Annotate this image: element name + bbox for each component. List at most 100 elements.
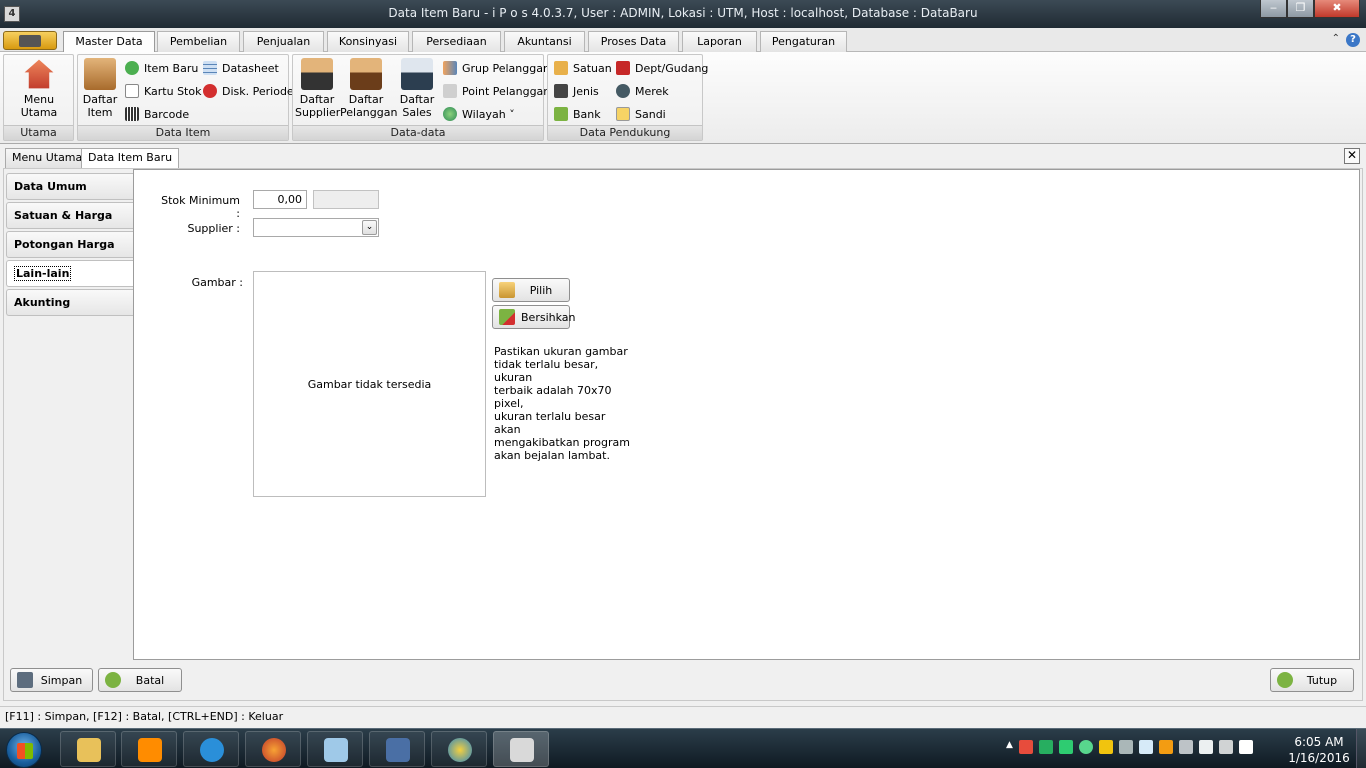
media-player-icon <box>138 738 162 762</box>
audio-app-icon[interactable] <box>1158 740 1173 754</box>
daftar-sales-button[interactable]: Daftar Sales <box>396 58 438 119</box>
doc-tab-menu-utama[interactable]: Menu Utama <box>5 148 90 168</box>
taskbar-ipos[interactable] <box>493 731 549 767</box>
barcode-button[interactable]: Barcode <box>125 105 189 123</box>
group-icon <box>443 61 457 75</box>
daftar-supplier-button[interactable]: Daftar Supplier <box>295 58 340 119</box>
usb-icon[interactable] <box>1118 740 1133 754</box>
supplier-icon <box>301 58 333 90</box>
taskbar-app[interactable] <box>369 731 425 767</box>
menu-utama-button[interactable]: Menu Utama <box>6 58 72 119</box>
daftar-item-button[interactable]: Daftar Item <box>80 58 120 119</box>
help-icon[interactable]: ? <box>1346 33 1360 47</box>
salesperson-icon <box>401 58 433 90</box>
network-icon[interactable] <box>1038 740 1053 754</box>
side-tab-lain-lain[interactable]: Lain-lain <box>6 260 134 287</box>
taskbar-media-player[interactable] <box>121 731 177 767</box>
close-button[interactable]: ✖ <box>1314 0 1360 18</box>
side-tab-satuan-harga-jual[interactable]: Satuan & Harga Jual <box>6 202 134 248</box>
folder-icon <box>77 738 101 762</box>
jenis-button[interactable]: Jenis <box>554 82 599 100</box>
taskbar-globe[interactable] <box>431 731 487 767</box>
display-icon[interactable] <box>1178 740 1193 754</box>
close-document-icon[interactable]: ✕ <box>1344 148 1360 164</box>
tab-penjualan[interactable]: Penjualan <box>243 31 324 52</box>
bersihkan-button[interactable]: Bersihkan <box>492 305 575 329</box>
group-label-data-pendukung: Data Pendukung <box>548 125 702 140</box>
stok-minimum-unit-field <box>313 190 379 209</box>
grup-pelanggan-button[interactable]: Grup Pelanggan <box>443 59 550 77</box>
document-icon <box>125 84 139 98</box>
bluetooth-icon[interactable] <box>1138 740 1153 754</box>
update-icon[interactable] <box>1078 740 1093 754</box>
spreadsheet-icon <box>203 61 217 75</box>
stok-minimum-field[interactable]: 0,00 <box>253 190 307 209</box>
side-tab-data-umum[interactable]: Data Umum <box>6 173 134 200</box>
status-bar: [F11] : Simpan, [F12] : Batal, [CTRL+END… <box>0 706 1366 728</box>
clock[interactable]: 6:05 AM 1/16/2016 <box>1284 734 1354 766</box>
minimize-button[interactable]: ‒ <box>1260 0 1287 18</box>
side-tab-potongan-harga-jual[interactable]: Potongan Harga Jual <box>6 231 134 277</box>
tab-pembelian[interactable]: Pembelian <box>157 31 240 52</box>
disk-periode-button[interactable]: Disk. Periode <box>203 82 294 100</box>
chevron-down-icon[interactable]: ⌄ <box>362 220 377 235</box>
tab-laporan[interactable]: Laporan <box>682 31 757 52</box>
start-button[interactable] <box>6 732 42 768</box>
skype-icon[interactable] <box>1238 740 1253 754</box>
tutup-button[interactable]: Tutup <box>1270 668 1354 692</box>
clear-image-icon <box>499 309 515 325</box>
pilih-button[interactable]: Pilih <box>492 278 570 302</box>
signal-icon[interactable] <box>1098 740 1113 754</box>
points-icon <box>443 84 457 98</box>
tab-proses-data[interactable]: Proses Data <box>588 31 679 52</box>
side-tab-akunting[interactable]: Akunting <box>6 289 134 316</box>
power-icon[interactable] <box>1198 740 1213 754</box>
tab-akuntansi[interactable]: Akuntansi <box>504 31 585 52</box>
ribbon: Menu Utama Utama Daftar Item Item Baru K… <box>0 52 1366 144</box>
exit-icon <box>1277 672 1293 688</box>
tray-expand-icon[interactable]: ▲ <box>1006 740 1013 754</box>
volume-icon[interactable] <box>1218 740 1233 754</box>
brand-icon <box>616 84 630 98</box>
item-baru-button[interactable]: Item Baru <box>125 59 198 77</box>
taskbar-firefox[interactable] <box>245 731 301 767</box>
globe-icon <box>448 738 472 762</box>
group-data-item: Daftar Item Item Baru Kartu Stok Barcode… <box>77 54 294 141</box>
dept-gudang-button[interactable]: Dept/Gudang <box>616 59 708 77</box>
wilayah-dropdown[interactable]: Wilayah ˅ <box>443 105 515 123</box>
tab-persediaan[interactable]: Persediaan <box>412 31 501 52</box>
simpan-button[interactable]: Simpan <box>10 668 93 692</box>
taskbar-notes[interactable] <box>307 731 363 767</box>
flag-icon[interactable] <box>1018 740 1033 754</box>
security-icon[interactable] <box>1058 740 1073 754</box>
satuan-button[interactable]: Satuan <box>554 59 612 77</box>
bank-button[interactable]: Bank <box>554 105 601 123</box>
doc-tab-data-item-baru[interactable]: Data Item Baru <box>81 148 180 169</box>
tab-konsinyasi[interactable]: Konsinyasi <box>327 31 409 52</box>
maximize-button[interactable]: ❐ <box>1287 0 1314 18</box>
category-icon <box>554 84 568 98</box>
point-pelanggan-button[interactable]: Point Pelanggan <box>443 82 550 100</box>
discount-icon <box>203 84 217 98</box>
document-tab-bar: Menu Utama Data Item Baru ✕ <box>0 144 1366 169</box>
application-menu-button[interactable] <box>3 31 57 50</box>
merek-button[interactable]: Merek <box>616 82 669 100</box>
show-desktop-button[interactable] <box>1356 729 1366 768</box>
supplier-select[interactable]: ⌄ <box>253 218 379 237</box>
folder-image-icon <box>499 282 515 298</box>
ribbon-collapse-icon[interactable]: ⌃ <box>1332 33 1340 44</box>
clock-date: 1/16/2016 <box>1288 751 1350 765</box>
supplier-label: Supplier : <box>187 222 240 235</box>
batal-button[interactable]: Batal <box>98 668 182 692</box>
tab-pengaturan[interactable]: Pengaturan <box>760 31 847 52</box>
group-label-data-data: Data-data <box>293 125 543 140</box>
kartu-stok-button[interactable]: Kartu Stok <box>125 82 201 100</box>
ipos-icon <box>510 738 534 762</box>
taskbar-explorer[interactable] <box>60 731 116 767</box>
tab-master-data[interactable]: Master Data <box>63 31 155 53</box>
datasheet-button[interactable]: Datasheet <box>203 59 279 77</box>
daftar-pelanggan-button[interactable]: Daftar Pelanggan <box>340 58 397 119</box>
sandi-button[interactable]: Sandi <box>616 105 666 123</box>
windows-logo-icon <box>17 743 33 759</box>
taskbar-internet-explorer[interactable] <box>183 731 239 767</box>
